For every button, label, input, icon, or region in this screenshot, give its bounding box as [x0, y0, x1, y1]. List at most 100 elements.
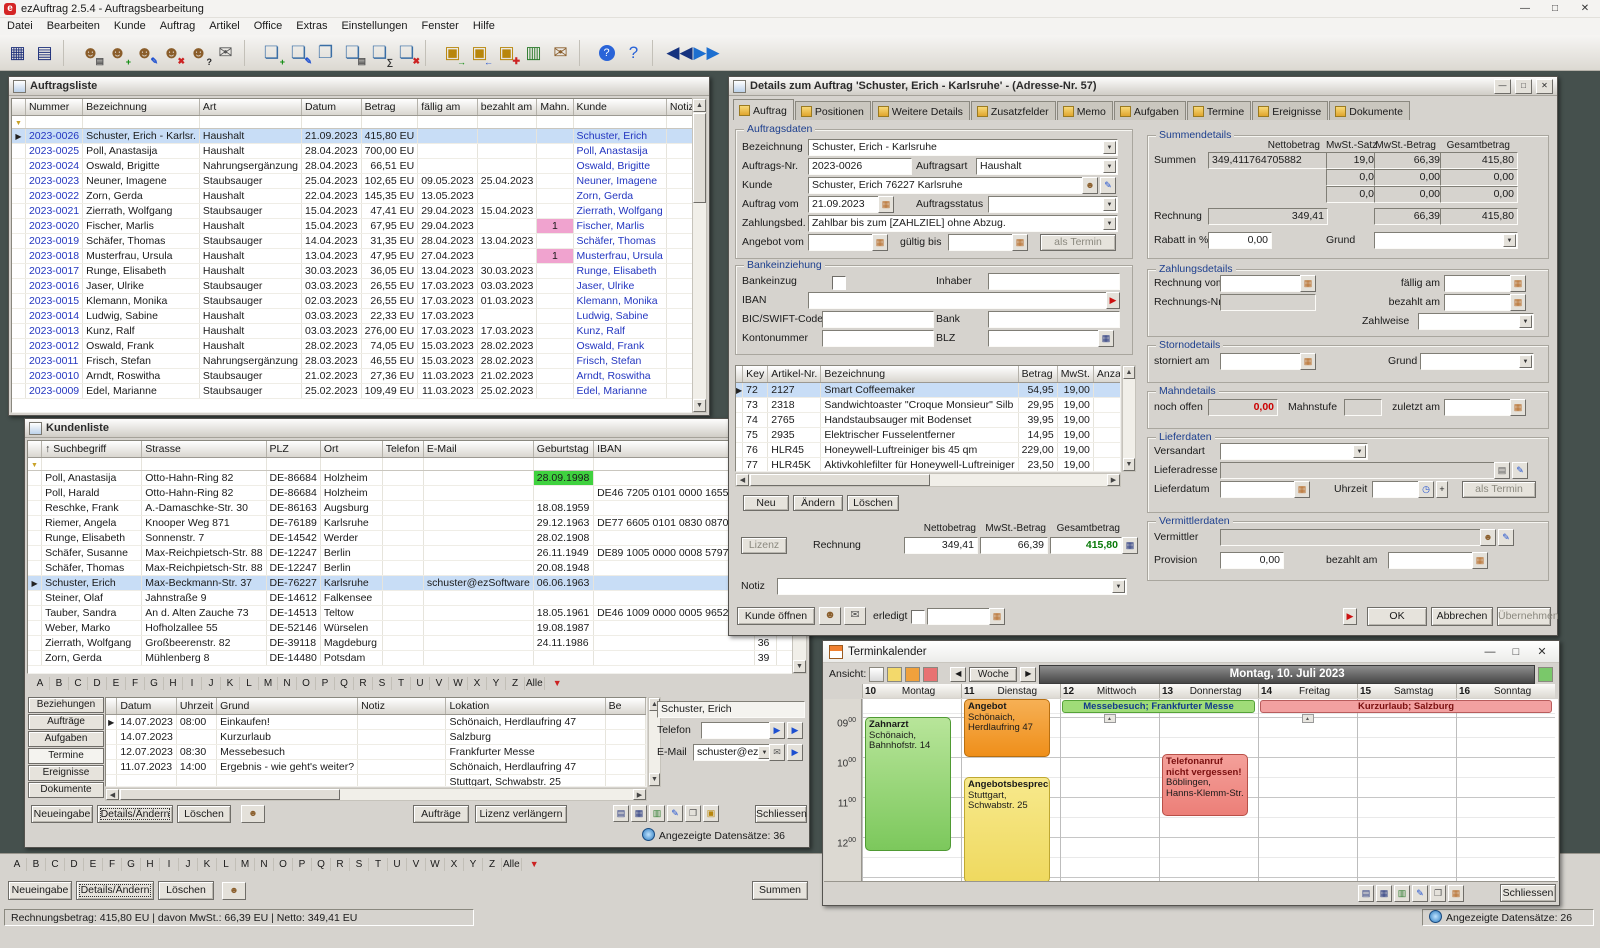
cell[interactable]: Magdeburg [320, 636, 382, 651]
letter-N[interactable]: N [278, 677, 297, 690]
letter-U[interactable]: U [411, 677, 430, 690]
cell[interactable]: Staubsauger [199, 369, 301, 384]
table-row[interactable]: 11.07.202314:00Ergebnis - wie geht's wei… [106, 760, 646, 775]
cell[interactable] [418, 159, 478, 174]
cell[interactable] [423, 516, 533, 531]
cell[interactable]: 26,55 EU [361, 279, 418, 294]
cell[interactable]: 2023-0009 [25, 384, 82, 399]
cell[interactable]: 11.03.2023 [418, 384, 478, 399]
cell[interactable]: Haushalt [199, 264, 301, 279]
cell[interactable] [666, 384, 694, 399]
nav-back-icon[interactable]: ◀◀ [666, 39, 693, 66]
calendar-options-icon[interactable] [1538, 667, 1553, 682]
cell[interactable]: 28.02.1908 [533, 531, 593, 546]
column-header[interactable]: Bezeichnung [821, 366, 1018, 383]
cell[interactable] [666, 264, 694, 279]
cell[interactable]: Nahrungsergänzung [199, 354, 301, 369]
cell[interactable]: Schuster, Erich - Karlsr. [83, 129, 200, 144]
dropdown-icon[interactable]: ▼ [1519, 355, 1532, 368]
cell[interactable] [423, 471, 533, 486]
auftragsnr-field[interactable]: 2023-0026 [808, 158, 912, 175]
cell[interactable]: 25.02.2023 [302, 384, 362, 399]
cell[interactable]: Oswald, Frank [573, 339, 666, 354]
dropdown-icon[interactable]: ▼ [1103, 160, 1116, 173]
cell[interactable]: 2023-0025 [25, 144, 82, 159]
export-icon[interactable]: ▣ [703, 805, 719, 822]
auftragsstatus-combo[interactable]: ▼ [988, 196, 1118, 213]
cell[interactable] [537, 339, 573, 354]
cell[interactable] [382, 486, 423, 501]
dropdown-icon[interactable]: ▼ [1503, 234, 1516, 247]
cell[interactable]: Staubsauger [199, 384, 301, 399]
cell[interactable]: 415,80 EU [361, 129, 418, 144]
letter-R[interactable]: R [331, 858, 350, 871]
letter-E[interactable]: E [84, 858, 103, 871]
import-icon[interactable]: ▣← [466, 39, 493, 66]
cell[interactable]: 66,51 EU [361, 159, 418, 174]
bank-field[interactable] [988, 311, 1120, 328]
report-icon[interactable]: ▥ [520, 39, 547, 66]
cell[interactable]: 28.09.1998 [533, 471, 593, 486]
details-aendern-button[interactable]: Details/Ändern [97, 805, 173, 823]
cell[interactable]: Klemann, Monika [573, 294, 666, 309]
cell[interactable]: 46,55 EU [361, 354, 418, 369]
table-row[interactable]: 2023-0017Runge, ElisabethHaushalt30.03.2… [12, 264, 694, 279]
letter-J[interactable]: J [202, 677, 221, 690]
calendar-icon[interactable]: ▦ [1294, 481, 1310, 498]
cell[interactable]: 29.12.1963 [533, 516, 593, 531]
scroll-down-icon[interactable]: ▼ [1123, 458, 1135, 471]
cell[interactable] [418, 144, 478, 159]
subtab-aufgaben[interactable]: Aufgaben [28, 731, 104, 747]
cell[interactable]: Riemer, Angela [42, 516, 142, 531]
cell[interactable] [537, 309, 573, 324]
column-header[interactable]: Betrag [1018, 366, 1057, 383]
cell[interactable]: DE-86684 [266, 471, 320, 486]
cell[interactable] [666, 294, 694, 309]
address-list-icon[interactable]: ▤ [1494, 462, 1510, 479]
day-column[interactable] [1060, 699, 1159, 883]
letter-I[interactable]: I [160, 858, 179, 871]
customer-print-button[interactable]: ☻ [241, 805, 265, 823]
zuletzt-am-field[interactable] [1444, 399, 1514, 416]
zahlungsbed-combo[interactable]: Zahlbar bis zum [ZAHLZIEL] ohne Abzug.▼ [808, 215, 1118, 232]
table-row[interactable]: 2023-0018Musterfrau, UrsulaHaushalt13.04… [12, 249, 694, 264]
table-row[interactable]: Weber, MarkoHofholzallee 55DE-52146Würse… [28, 621, 793, 636]
erledigt-datum-field[interactable] [927, 608, 993, 625]
zahlweise-combo[interactable]: ▼ [1418, 313, 1534, 330]
close-icon[interactable]: ✕ [1570, 0, 1600, 18]
cell[interactable]: 2127 [768, 383, 821, 398]
table-row[interactable]: Schäfer, ThomasMax-Reichpietsch-Str. 88D… [28, 561, 793, 576]
prev-week-icon[interactable]: ◀ [950, 667, 966, 682]
tab-dokumente[interactable]: Dokumente [1329, 101, 1410, 120]
scroll-right-icon[interactable]: ▶ [1107, 474, 1120, 486]
cell[interactable]: 15.04.2023 [302, 204, 362, 219]
mail-icon[interactable]: ✉ [844, 607, 866, 625]
column-header[interactable]: Grund [217, 698, 358, 715]
cell[interactable]: 03.03.2023 [302, 324, 362, 339]
auftragsliste-titlebar[interactable]: Auftragsliste [9, 77, 709, 96]
subtab-dokumente[interactable]: Dokumente [28, 782, 104, 798]
cell[interactable]: Fischer, Marlis [573, 219, 666, 234]
cell[interactable] [533, 591, 593, 606]
iban-lookup-icon[interactable]: ▶ [1106, 292, 1120, 309]
cell[interactable] [666, 129, 694, 144]
cell[interactable]: Frankfurter Messe [446, 745, 605, 760]
subtab-ereignisse[interactable]: Ereignisse [28, 765, 104, 781]
cell[interactable]: 15.04.2023 [477, 204, 537, 219]
scroll-thumb[interactable] [750, 474, 930, 486]
calendar-icon[interactable]: ▦ [1510, 399, 1526, 416]
cards-view-icon[interactable]: ▤ [31, 39, 58, 66]
cell[interactable] [666, 249, 694, 264]
day-column[interactable] [1456, 699, 1555, 883]
open-customer-icon[interactable]: ☻ [1082, 177, 1098, 194]
cell[interactable] [537, 354, 573, 369]
letter-A[interactable]: A [8, 858, 27, 871]
menu-office[interactable]: Office [247, 18, 290, 35]
cell[interactable] [594, 636, 755, 651]
cell[interactable]: Max-Reichpietsch-Str. 88 [142, 546, 266, 561]
cell[interactable] [605, 730, 645, 745]
vermittler-field[interactable] [1220, 529, 1482, 546]
cell[interactable] [666, 339, 694, 354]
cell[interactable] [605, 745, 645, 760]
tab-memo[interactable]: Memo [1057, 101, 1113, 120]
